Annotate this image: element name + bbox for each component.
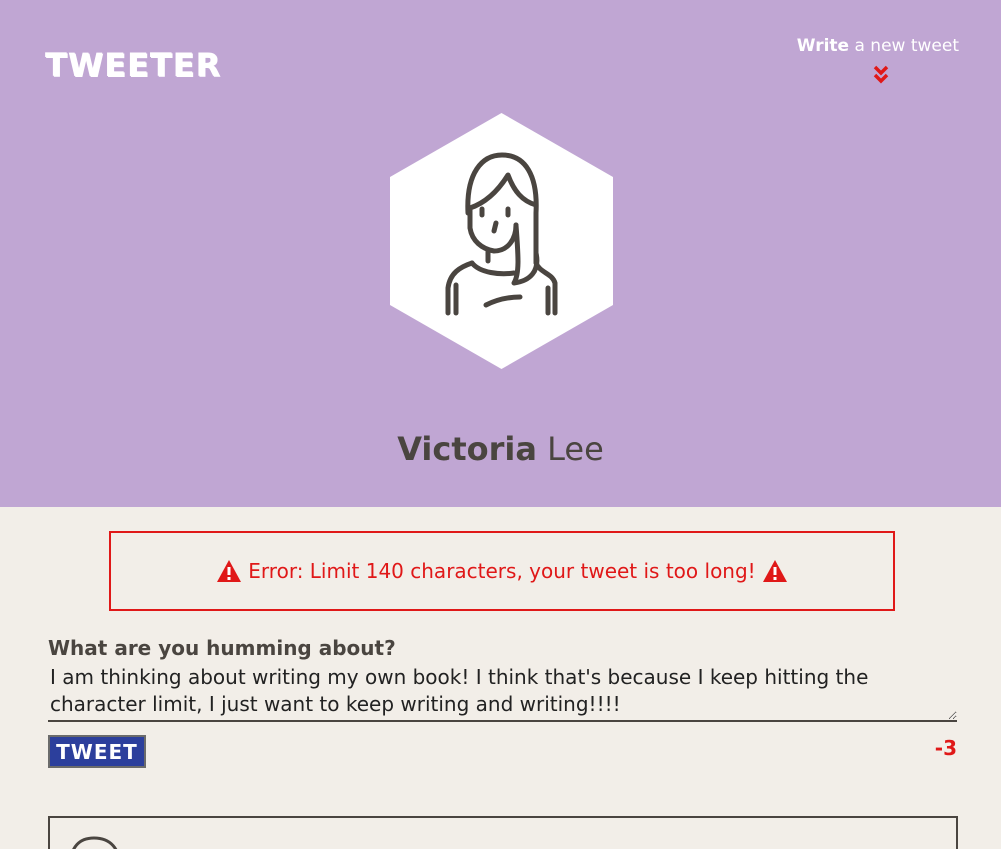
tweet-card [48, 816, 958, 849]
composer-label: What are you humming about? [48, 636, 396, 660]
error-text: Error: Limit 140 characters, your tweet … [248, 559, 756, 583]
chevron-double-down-icon[interactable] [870, 64, 892, 86]
tweet-button[interactable]: TWEET [48, 735, 146, 768]
warning-icon [762, 560, 787, 582]
compose-link-text: a new tweet [854, 36, 959, 56]
warning-icon [217, 560, 242, 582]
write-tweet-link[interactable]: Write a new tweet [797, 36, 959, 56]
user-avatar-icon [72, 836, 118, 849]
last-name: Lee [547, 430, 604, 468]
profile-name: Victoria Lee [0, 430, 1001, 468]
character-counter: -3 [934, 736, 957, 760]
compose-link-bold: Write [796, 36, 850, 56]
error-message-box: Error: Limit 140 characters, your tweet … [109, 531, 895, 611]
user-avatar-icon [390, 113, 613, 369]
tweet-textarea[interactable]: I am thinking about writing my own book!… [48, 664, 957, 722]
app-logo[interactable]: TWEETER [45, 46, 221, 84]
profile-header: TWEETER Write a new tweet Victoria Lee [0, 0, 1001, 507]
first-name: Victoria [397, 430, 537, 468]
